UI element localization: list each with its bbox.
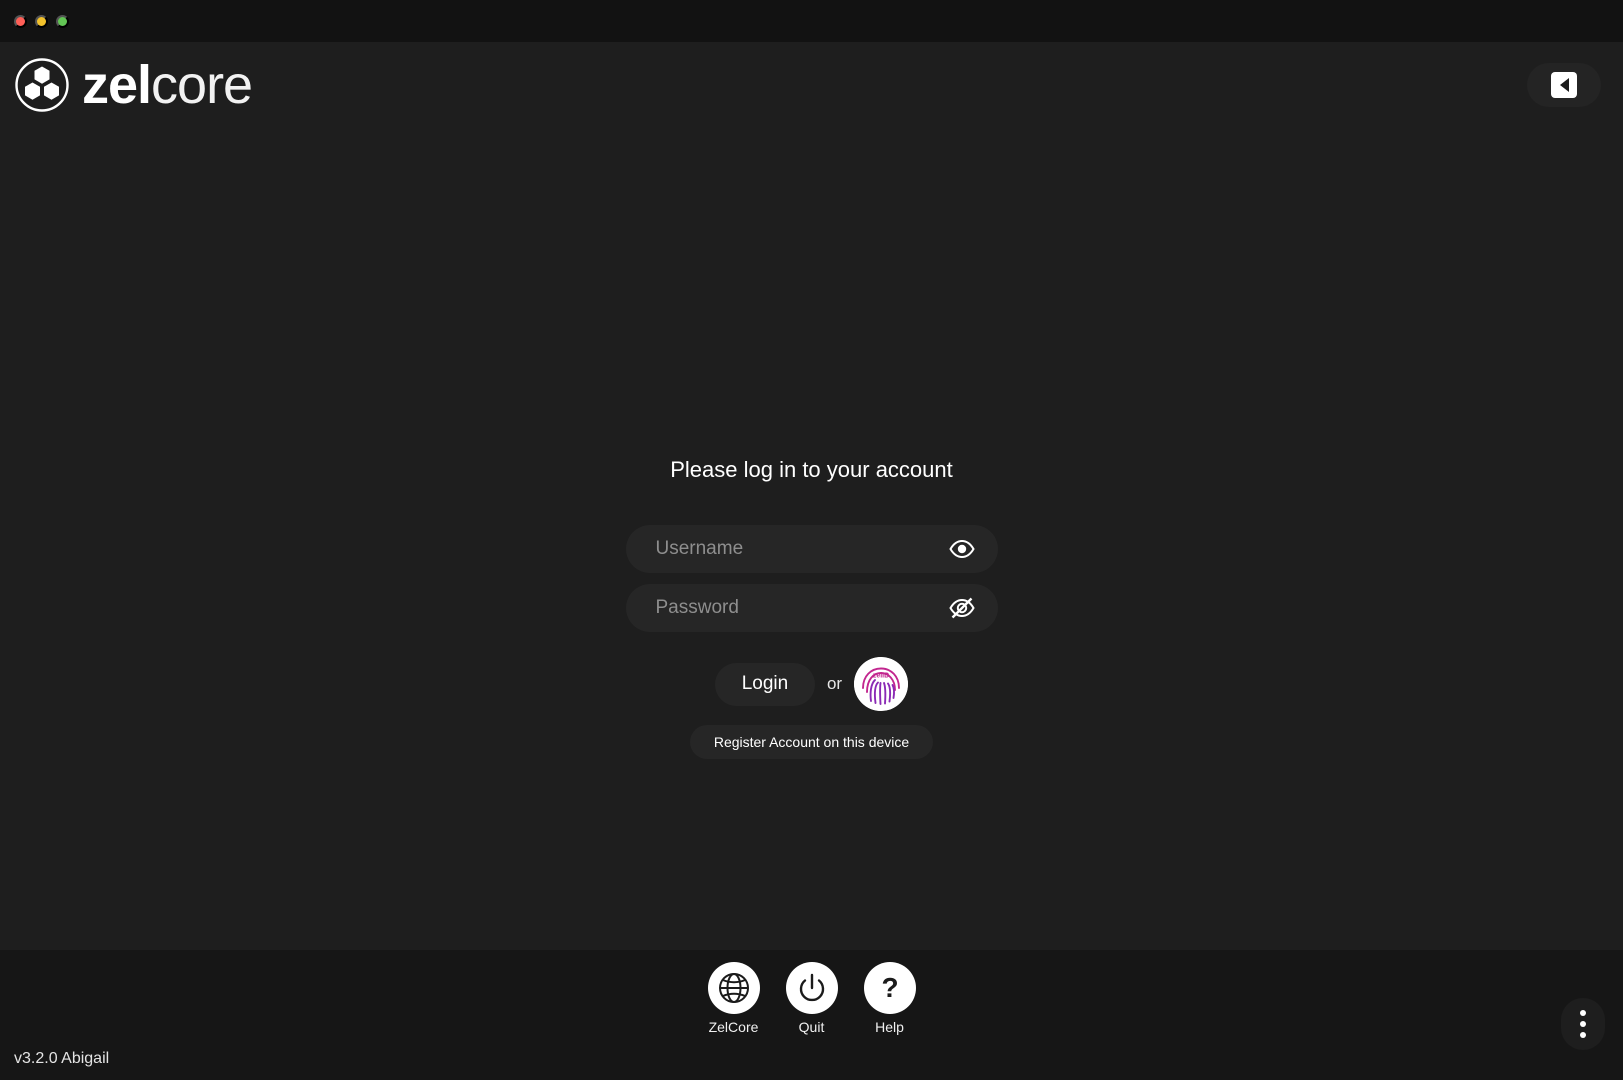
- zelcore-cubes-icon: [14, 57, 70, 113]
- titlebar: [0, 0, 1623, 42]
- window-controls: [14, 14, 69, 28]
- eye-off-icon: [948, 597, 975, 619]
- svg-text:?: ?: [881, 972, 898, 1003]
- kebab-menu-button[interactable]: [1561, 998, 1605, 1050]
- brand-name-bold: zel: [82, 54, 152, 115]
- brand-wordmark: zel core: [82, 54, 253, 115]
- toggle-password-visibility-button[interactable]: [948, 594, 976, 622]
- collapse-sidebar-button[interactable]: [1527, 62, 1601, 107]
- login-panel: Please log in to your account Username L…: [612, 457, 1012, 759]
- power-icon: [785, 962, 838, 1014]
- bottom-dock: ZelCore Quit ? Help: [707, 962, 916, 1035]
- login-title: Please log in to your account: [670, 457, 953, 482]
- close-window-button[interactable]: [14, 14, 27, 28]
- login-button[interactable]: Login: [714, 662, 815, 706]
- maximize-window-button[interactable]: [56, 14, 69, 28]
- dock-label-quit: Quit: [798, 1019, 825, 1035]
- question-mark-icon: ?: [863, 962, 916, 1014]
- main-content: Please log in to your account Username L…: [0, 127, 1623, 950]
- app-window: zel core Please log in to your account U…: [0, 0, 1623, 1080]
- version-label: v3.2.0 Abigail: [14, 1050, 110, 1067]
- bottom-bar: ZelCore Quit ? Help v3.2.0 Abigail: [0, 950, 1623, 1080]
- login-action-row: Login or zelID: [714, 657, 909, 711]
- collapse-left-icon: [1551, 71, 1577, 98]
- register-account-button[interactable]: Register Account on this device: [689, 725, 934, 759]
- app-header: zel core: [0, 42, 1623, 127]
- kebab-dot: [1580, 1021, 1586, 1027]
- username-input[interactable]: [625, 525, 998, 573]
- brand-name-light: core: [151, 54, 253, 115]
- eye-icon: [948, 539, 975, 559]
- username-field[interactable]: [625, 525, 998, 573]
- brand-logo: zel core: [14, 54, 253, 115]
- dock-label-zelcore: ZelCore: [708, 1019, 759, 1035]
- minimize-window-button[interactable]: [35, 14, 48, 28]
- kebab-dot: [1580, 1032, 1586, 1038]
- password-field[interactable]: [625, 584, 998, 632]
- zelid-login-button[interactable]: zelID: [854, 657, 909, 711]
- toggle-username-visibility-button[interactable]: [948, 535, 976, 563]
- password-input[interactable]: [625, 584, 998, 632]
- dock-item-help[interactable]: ? Help: [863, 962, 916, 1035]
- dock-item-zelcore[interactable]: ZelCore: [707, 962, 760, 1035]
- globe-icon: [707, 962, 760, 1014]
- svg-text:zelID: zelID: [873, 673, 889, 680]
- fingerprint-zelid-icon: zelID: [854, 657, 909, 711]
- kebab-dot: [1580, 1010, 1586, 1016]
- or-separator-label: or: [826, 674, 843, 693]
- dock-label-help: Help: [875, 1019, 904, 1035]
- dock-item-quit[interactable]: Quit: [785, 962, 838, 1035]
